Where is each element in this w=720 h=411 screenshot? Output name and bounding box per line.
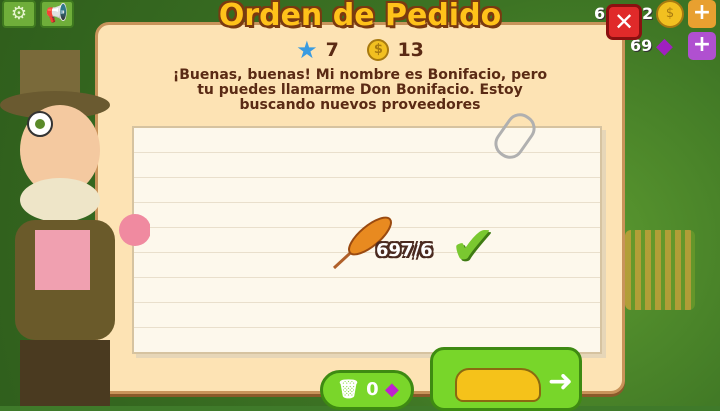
wheat-field: [625, 230, 695, 310]
xp-reward: 7: [325, 39, 339, 61]
discard-order-button[interactable]: 🗑 0 ◆: [320, 370, 414, 410]
gem-icon: ◆: [384, 379, 399, 400]
star-icon: ★: [296, 36, 318, 64]
checkmark-icon: ✔: [450, 214, 496, 277]
bonifacio-character: [0, 50, 150, 406]
order-progress: 697/6: [376, 240, 433, 261]
coin-reward: 13: [397, 39, 424, 61]
close-button[interactable]: ✕: [606, 4, 642, 40]
discard-cost: 0: [366, 379, 379, 400]
coin-icon: $: [367, 39, 390, 61]
deliver-button[interactable]: ➜: [430, 347, 582, 411]
taxi-icon: [455, 368, 541, 402]
close-icon: ✕: [613, 8, 635, 36]
character-message: ¡Buenas, buenas! Mi nombre es Bonifacio,…: [172, 67, 548, 113]
trash-icon: 🗑: [337, 379, 360, 400]
arrow-right-icon: ➜: [547, 364, 573, 399]
